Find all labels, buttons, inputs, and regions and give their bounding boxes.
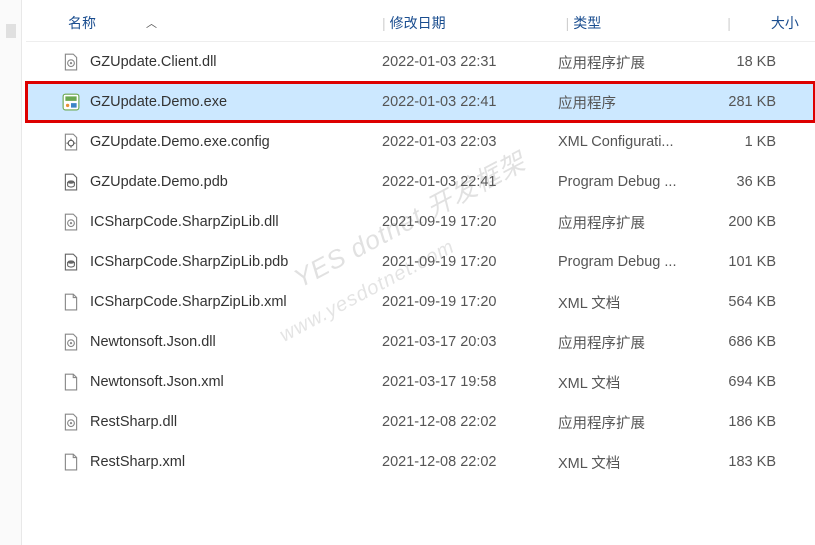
file-date-cell: 2021-09-19 17:20: [382, 214, 558, 230]
file-list-panel: 名称 ︿ | 修改日期 | 类型 | 大小 GZUpdate.Client.dl…: [26, 0, 815, 482]
sort-ascending-icon: ︿: [146, 15, 157, 31]
file-name-text: RestSharp.xml: [90, 454, 185, 470]
file-size-cell: 18 KB: [712, 54, 780, 70]
column-header-row: 名称 ︿ | 修改日期 | 类型 | 大小: [26, 4, 815, 42]
file-type-cell: 应用程序扩展: [558, 332, 712, 353]
file-row[interactable]: GZUpdate.Client.dll 2022-01-03 22:31应用程序扩…: [26, 42, 815, 82]
file-type-cell: XML 文档: [558, 452, 712, 473]
file-size-cell: 101 KB: [712, 254, 780, 270]
column-separator: |: [382, 15, 390, 31]
column-header-size[interactable]: 大小: [735, 13, 803, 33]
file-name-text: ICSharpCode.SharpZipLib.dll: [90, 214, 279, 230]
file-name-cell: RestSharp.dll: [26, 413, 382, 431]
file-size-cell: 281 KB: [712, 94, 780, 110]
file-type-cell: XML 文档: [558, 372, 712, 393]
pdb-file-icon: [62, 253, 80, 271]
file-date-cell: 2022-01-03 22:31: [382, 54, 558, 70]
pdb-file-icon: [62, 173, 80, 191]
file-type-cell: 应用程序扩展: [558, 412, 712, 433]
file-row[interactable]: GZUpdate.Demo.exe.config 2022-01-03 22:03…: [26, 122, 815, 162]
file-name-text: GZUpdate.Demo.pdb: [90, 174, 228, 190]
exe-file-icon: [62, 93, 80, 111]
file-date-cell: 2021-03-17 19:58: [382, 374, 558, 390]
file-name-cell: RestSharp.xml: [26, 453, 382, 471]
file-name-text: GZUpdate.Client.dll: [90, 54, 217, 70]
file-type-cell: Program Debug ...: [558, 174, 712, 190]
nav-sidebar-stub: [0, 0, 22, 545]
dll-file-icon: [62, 53, 80, 71]
file-rows-container: GZUpdate.Client.dll2022-01-03 22:31应用程序扩…: [26, 42, 815, 482]
column-separator: |: [727, 15, 735, 31]
file-name-cell: ICSharpCode.SharpZipLib.xml: [26, 293, 382, 311]
file-size-cell: 183 KB: [712, 454, 780, 470]
dll-file-icon: [62, 333, 80, 351]
file-name-text: GZUpdate.Demo.exe.config: [90, 134, 270, 150]
file-type-cell: XML 文档: [558, 292, 712, 313]
file-type-cell: XML Configurati...: [558, 134, 712, 150]
file-name-text: RestSharp.dll: [90, 414, 177, 430]
file-row[interactable]: GZUpdate.Demo.pdb 2022-01-03 22:41Program…: [26, 162, 815, 202]
dll-file-icon: [62, 213, 80, 231]
column-header-type[interactable]: 类型: [573, 13, 727, 33]
file-date-cell: 2022-01-03 22:41: [382, 94, 558, 110]
file-date-cell: 2021-12-08 22:02: [382, 454, 558, 470]
file-name-text: GZUpdate.Demo.exe: [90, 94, 227, 110]
column-name-label: 名称: [68, 13, 96, 33]
file-file-icon: [62, 453, 80, 471]
file-name-cell: GZUpdate.Demo.pdb: [26, 173, 382, 191]
column-header-name[interactable]: 名称 ︿: [26, 13, 382, 33]
file-date-cell: 2022-01-03 22:41: [382, 174, 558, 190]
file-type-cell: 应用程序扩展: [558, 212, 712, 233]
column-separator: |: [566, 15, 574, 31]
file-date-cell: 2021-12-08 22:02: [382, 414, 558, 430]
file-size-cell: 564 KB: [712, 294, 780, 310]
file-name-text: ICSharpCode.SharpZipLib.pdb: [90, 254, 288, 270]
file-size-cell: 200 KB: [712, 214, 780, 230]
file-size-cell: 1 KB: [712, 134, 780, 150]
file-name-cell: GZUpdate.Demo.exe: [26, 93, 382, 111]
file-row[interactable]: ICSharpCode.SharpZipLib.dll 2021-09-19 17…: [26, 202, 815, 242]
file-row[interactable]: RestSharp.dll 2021-12-08 22:02应用程序扩展186 K…: [26, 402, 815, 442]
file-type-cell: 应用程序: [558, 92, 712, 113]
column-header-date[interactable]: 修改日期: [390, 13, 566, 33]
file-type-cell: 应用程序扩展: [558, 52, 712, 73]
file-name-cell: GZUpdate.Client.dll: [26, 53, 382, 71]
file-type-cell: Program Debug ...: [558, 254, 712, 270]
dll-file-icon: [62, 413, 80, 431]
file-name-text: ICSharpCode.SharpZipLib.xml: [90, 294, 287, 310]
file-date-cell: 2021-09-19 17:20: [382, 294, 558, 310]
file-name-text: Newtonsoft.Json.dll: [90, 334, 216, 350]
file-file-icon: [62, 373, 80, 391]
file-date-cell: 2021-03-17 20:03: [382, 334, 558, 350]
file-row[interactable]: Newtonsoft.Json.xml 2021-03-17 19:58XML 文…: [26, 362, 815, 402]
config-file-icon: [62, 133, 80, 151]
file-size-cell: 686 KB: [712, 334, 780, 350]
file-file-icon: [62, 293, 80, 311]
file-size-cell: 186 KB: [712, 414, 780, 430]
file-size-cell: 36 KB: [712, 174, 780, 190]
file-row[interactable]: ICSharpCode.SharpZipLib.xml 2021-09-19 17…: [26, 282, 815, 322]
file-date-cell: 2022-01-03 22:03: [382, 134, 558, 150]
file-name-text: Newtonsoft.Json.xml: [90, 374, 224, 390]
file-row[interactable]: ICSharpCode.SharpZipLib.pdb 2021-09-19 17…: [26, 242, 815, 282]
file-name-cell: GZUpdate.Demo.exe.config: [26, 133, 382, 151]
file-size-cell: 694 KB: [712, 374, 780, 390]
file-row[interactable]: Newtonsoft.Json.dll 2021-03-17 20:03应用程序扩…: [26, 322, 815, 362]
file-name-cell: ICSharpCode.SharpZipLib.dll: [26, 213, 382, 231]
file-name-cell: Newtonsoft.Json.xml: [26, 373, 382, 391]
file-row[interactable]: GZUpdate.Demo.exe 2022-01-03 22:41应用程序281…: [26, 82, 815, 122]
file-row[interactable]: RestSharp.xml 2021-12-08 22:02XML 文档183 K…: [26, 442, 815, 482]
file-date-cell: 2021-09-19 17:20: [382, 254, 558, 270]
file-name-cell: ICSharpCode.SharpZipLib.pdb: [26, 253, 382, 271]
file-name-cell: Newtonsoft.Json.dll: [26, 333, 382, 351]
